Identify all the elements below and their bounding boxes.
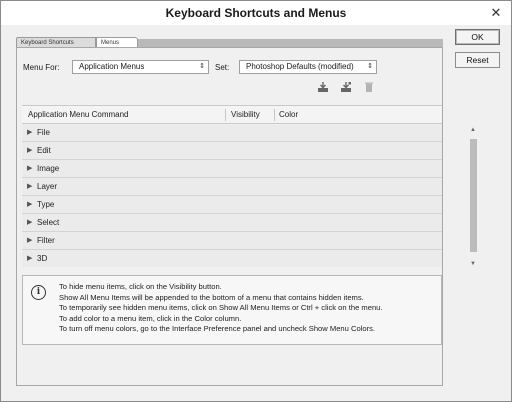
- expand-triangle-icon[interactable]: ▶: [27, 164, 32, 172]
- menu-for-select[interactable]: Application Menus ⇕: [72, 60, 209, 74]
- title-bar: Keyboard Shortcuts and Menus ✕: [1, 1, 511, 25]
- menu-for-label: Menu For:: [23, 63, 60, 72]
- menu-item-label: Select: [37, 218, 60, 227]
- reset-button[interactable]: Reset: [455, 52, 500, 68]
- dialog-window: Keyboard Shortcuts and Menus ✕ Keyboard …: [0, 0, 512, 402]
- expand-triangle-icon[interactable]: ▶: [27, 200, 32, 208]
- select-arrows-icon: ⇕: [367, 63, 373, 70]
- scroll-up-icon[interactable]: ▲: [467, 125, 479, 135]
- menu-item-label: Edit: [37, 146, 51, 155]
- ok-button[interactable]: OK: [455, 29, 500, 45]
- list-item[interactable]: ▶ Image: [22, 161, 442, 178]
- set-label: Set:: [215, 63, 230, 72]
- info-line: To hide menu items, click on the Visibil…: [59, 282, 222, 291]
- list-item[interactable]: ▶ Filter: [22, 233, 442, 250]
- info-text: To hide menu items, click on the Visibil…: [59, 282, 439, 335]
- save-set-as-icon[interactable]: [339, 81, 353, 95]
- menu-item-label: 3D: [37, 254, 48, 263]
- vertical-scrollbar[interactable]: ▲ ▼: [467, 125, 479, 269]
- expand-triangle-icon[interactable]: ▶: [27, 218, 32, 226]
- expand-triangle-icon[interactable]: ▶: [27, 182, 32, 190]
- info-icon: i: [31, 285, 46, 300]
- tab-strip: [138, 39, 443, 47]
- list-item[interactable]: ▶ 3D: [22, 251, 442, 267]
- expand-triangle-icon[interactable]: ▶: [27, 254, 32, 262]
- set-value: Photoshop Defaults (modified): [246, 62, 354, 71]
- info-line: To add color to a menu item, click in th…: [59, 313, 242, 323]
- expand-triangle-icon[interactable]: ▶: [27, 128, 32, 136]
- info-line: To temporarily see hidden menu items, cl…: [59, 303, 383, 312]
- column-divider: [274, 109, 275, 121]
- info-box: i To hide menu items, click on the Visib…: [22, 275, 442, 345]
- scroll-down-icon[interactable]: ▼: [467, 259, 479, 269]
- scrollbar-thumb[interactable]: [470, 139, 477, 252]
- delete-set-icon[interactable]: [362, 81, 376, 95]
- column-color[interactable]: Color: [279, 106, 298, 123]
- grid-header: Application Menu Command Visibility Colo…: [22, 105, 442, 124]
- set-select[interactable]: Photoshop Defaults (modified) ⇕: [239, 60, 377, 74]
- menu-item-label: Filter: [37, 236, 55, 245]
- list-item[interactable]: ▶ Edit: [22, 143, 442, 160]
- expand-triangle-icon[interactable]: ▶: [27, 236, 32, 244]
- list-item[interactable]: ▶ Select: [22, 215, 442, 232]
- save-set-icon[interactable]: [316, 81, 330, 95]
- dialog-title: Keyboard Shortcuts and Menus: [165, 6, 347, 20]
- select-arrows-icon: ⇕: [199, 63, 205, 70]
- menu-command-list: ▶ File ▶ Edit ▶ Image ▶ Layer ▶ Type ▶ S…: [22, 125, 442, 267]
- expand-triangle-icon[interactable]: ▶: [27, 146, 32, 154]
- menu-item-label: File: [37, 128, 50, 137]
- column-visibility[interactable]: Visibility: [231, 106, 260, 123]
- menu-item-label: Image: [37, 164, 60, 173]
- close-icon[interactable]: ✕: [487, 4, 505, 22]
- info-line: Show All Menu Items will be appended to …: [59, 292, 364, 302]
- list-item[interactable]: ▶ Type: [22, 197, 442, 214]
- menu-for-value: Application Menus: [79, 62, 145, 71]
- info-line: To turn off menu colors, go to the Inter…: [59, 324, 376, 333]
- column-divider: [225, 109, 226, 121]
- column-command[interactable]: Application Menu Command: [28, 106, 129, 123]
- menu-item-label: Layer: [37, 182, 58, 191]
- menu-item-label: Type: [37, 200, 55, 209]
- list-item[interactable]: ▶ Layer: [22, 179, 442, 196]
- list-item[interactable]: ▶ File: [22, 125, 442, 142]
